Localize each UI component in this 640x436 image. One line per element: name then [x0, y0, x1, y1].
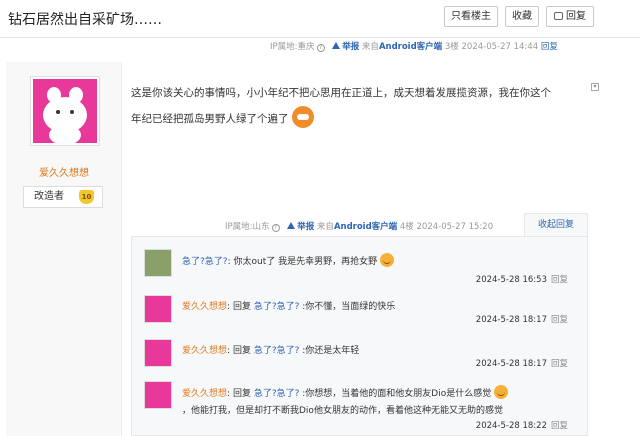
- reply-time: 2024-5-28 18:17: [475, 315, 547, 325]
- post-time: 2024-05-27 14:44: [461, 42, 539, 52]
- reply-author[interactable]: 爱久久想想: [182, 346, 227, 356]
- collapse-replies-tab[interactable]: 收起回复: [524, 213, 588, 237]
- reply-meta: 2024-5-28 18:17 回复: [476, 357, 568, 369]
- reply-link[interactable]: 回复: [551, 359, 568, 369]
- warning-icon: [332, 42, 341, 49]
- reply-target[interactable]: 急了?急了?: [254, 346, 300, 356]
- reply-meta: 2024-5-28 16:53 回复: [476, 273, 568, 285]
- username[interactable]: 爱久久想想: [6, 164, 122, 179]
- report-link[interactable]: 举报: [342, 42, 359, 52]
- reply-time: 2024-5-28 18:17: [475, 359, 547, 369]
- post-page: 钻石居然出自采矿场…… 只看楼主 收藏 回复 IP属地:重庆? 举报 来自And…: [0, 0, 640, 436]
- favorite-button[interactable]: 收藏: [505, 6, 539, 27]
- question-circle-icon[interactable]: ?: [271, 224, 280, 232]
- avatar[interactable]: [144, 295, 172, 323]
- post-line-2: 年纪已经把孤岛男野人绿了个遍了: [131, 113, 289, 125]
- post-time: 2024-05-27 15:20: [416, 222, 494, 232]
- reply-target[interactable]: 急了?急了?: [254, 389, 300, 399]
- report-link[interactable]: 举报: [297, 222, 314, 232]
- collapse-arrow-icon[interactable]: ▾: [591, 83, 599, 91]
- reply-sep: :: [227, 389, 231, 399]
- angry-face-icon: [291, 106, 314, 128]
- reply-meta: 2024-5-28 18:17 回复: [476, 313, 568, 325]
- post-line-2-wrap: 年纪已经把孤岛男野人绿了个遍了: [131, 106, 581, 132]
- avatar[interactable]: [30, 76, 100, 146]
- floor-number: 4楼: [399, 222, 414, 232]
- reply-prefix: 回复: [232, 389, 251, 399]
- floor-meta: IP属地:山东? 举报 来自Android客户端 4楼 2024-05-27 1…: [225, 220, 493, 232]
- user-badge[interactable]: 改造者 10: [23, 186, 103, 208]
- reply-text: :你不懂，当面绿的快乐: [302, 302, 396, 312]
- reply-link[interactable]: 回复: [551, 421, 568, 431]
- comment-icon: [554, 12, 563, 20]
- reply-text: :你还是太年轻: [302, 346, 360, 356]
- post-content: 这是你该关心的事情吗，小小年纪不把心思用在正道上，成天想着发展揽资源，我在你这个…: [131, 80, 581, 132]
- smile-face-icon: [494, 385, 509, 399]
- avatar[interactable]: [144, 339, 172, 367]
- user-sidebar: 爱久久想想 改造者 10: [6, 62, 122, 436]
- warning-icon: [287, 222, 296, 229]
- reply-link[interactable]: 回复: [551, 275, 568, 285]
- reply-sep: :: [227, 302, 231, 312]
- reply-body: 急了?急了?: 你太out了 我是先幸男野，再抢女野: [182, 253, 582, 271]
- prev-floor-meta: IP属地:重庆? 举报 来自Android客户端 3楼 2024-05-27 1…: [270, 40, 558, 52]
- reply-prefix: 回复: [232, 346, 251, 356]
- badge-label: 改造者: [34, 191, 64, 202]
- reply-text: 你太out了 我是先幸男野，再抢女野: [233, 257, 378, 267]
- question-circle-icon[interactable]: ?: [316, 44, 325, 52]
- reply-meta: 2024-5-28 18:22 回复: [476, 419, 568, 431]
- reply-text: :你想想，当着他的面和他女朋友Dio是什么感觉: [302, 389, 492, 399]
- avatar-image: [33, 79, 97, 143]
- reply-prefix: 回复: [232, 302, 251, 312]
- reply-link[interactable]: 回复: [541, 42, 558, 52]
- reply-text-cont: ，他能打我，但是却打不断我Dio他女朋友的动作，看着他这种无能又无助的感觉: [182, 406, 503, 416]
- reply-link[interactable]: 回复: [551, 315, 568, 325]
- ip-location: IP属地:山东: [225, 222, 270, 232]
- source-prefix: 来自: [361, 42, 379, 52]
- reply-author[interactable]: 爱久久想想: [182, 302, 227, 312]
- reply-sep: :: [227, 346, 231, 356]
- reply-sep: :: [227, 257, 231, 267]
- smile-face-icon: [379, 253, 394, 267]
- thread-header: 钻石居然出自采矿场…… 只看楼主 收藏 回复: [0, 0, 640, 38]
- reply-author[interactable]: 爱久久想想: [182, 389, 227, 399]
- source-prefix: 来自: [316, 222, 334, 232]
- post-line-1: 这是你该关心的事情吗，小小年纪不把心思用在正道上，成天想着发展揽资源，我在你这个: [131, 87, 551, 99]
- reply-button[interactable]: 回复: [546, 6, 594, 27]
- client-link[interactable]: Android客户端: [379, 42, 442, 52]
- reply-time: 2024-5-28 16:53: [475, 275, 547, 285]
- floor-number: 3楼: [444, 42, 459, 52]
- avatar[interactable]: [144, 249, 172, 277]
- reply-target[interactable]: 急了?急了?: [254, 302, 300, 312]
- only-author-button[interactable]: 只看楼主: [444, 6, 498, 27]
- reply-list: 急了?急了?: 你太out了 我是先幸男野，再抢女野 2024-5-28 16:…: [131, 236, 588, 436]
- client-link[interactable]: Android客户端: [334, 222, 397, 232]
- thread-title: 钻石居然出自采矿场……: [8, 12, 162, 28]
- ip-location: IP属地:重庆: [270, 42, 315, 52]
- reply-button-label: 回复: [566, 11, 586, 22]
- reply-time: 2024-5-28 18:22: [475, 421, 547, 431]
- avatar[interactable]: [144, 381, 172, 409]
- badge-level: 10: [79, 190, 94, 204]
- reply-author[interactable]: 急了?急了?: [182, 257, 228, 267]
- reply-body: 爱久久想想: 回复 急了?急了? :你想想，当着他的面和他女朋友Dio是什么感觉…: [182, 385, 582, 420]
